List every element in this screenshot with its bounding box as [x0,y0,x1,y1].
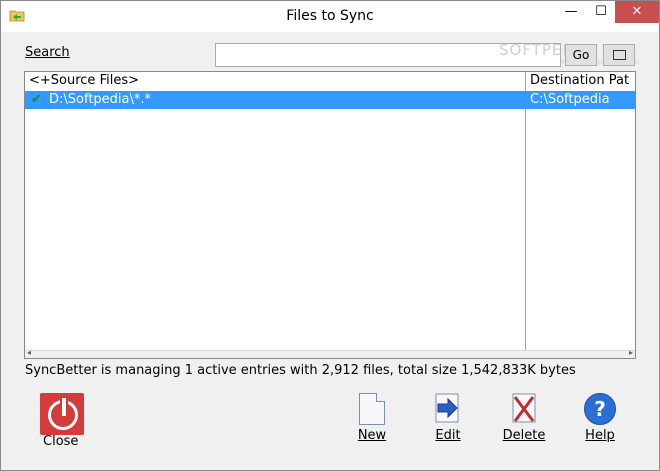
dialog-window: Files to Sync — ☐ ✕ Search SOFTPEDIA www… [0,0,660,471]
help-button[interactable]: ? Help [583,393,617,443]
new-document-icon [359,393,385,425]
delete-label: Delete [501,428,547,443]
search-label: Search [25,45,70,60]
delete-button[interactable]: Delete [501,393,547,443]
new-label-text: New [357,428,387,443]
window-icon [613,50,626,60]
help-label-text: Help [585,428,615,443]
new-button[interactable]: New [355,393,389,443]
go-button[interactable]: Go [565,44,597,66]
delete-label-text: Delete [502,428,546,443]
list-item[interactable]: ✔ D:\Softpedia\*.* C:\Softpedia [25,91,635,109]
scroll-left-icon[interactable]: ◂ [27,348,31,357]
power-bar [60,398,68,416]
check-icon[interactable]: ✔ [31,92,42,107]
window-toggle-button[interactable] [603,44,635,66]
column-header-destination[interactable]: Destination Pat [530,72,633,90]
window-close-button[interactable]: ✕ [615,1,659,23]
new-label: New [355,428,389,443]
status-text: SyncBetter is managing 1 active entries … [25,363,576,378]
row-source: D:\Softpedia\*.* [49,92,152,107]
help-icon: ? [584,393,616,425]
close-button[interactable]: Close [39,393,85,449]
delete-document-icon [512,393,536,423]
horizontal-scrollbar[interactable]: ◂ ▸ [25,348,635,358]
column-divider[interactable] [525,72,526,358]
scroll-right-icon[interactable]: ▸ [629,348,633,357]
row-destination: C:\Softpedia [530,92,610,107]
search-label-text: Search [25,45,70,60]
minimize-button[interactable]: — [557,1,585,23]
edit-button[interactable]: Edit [431,393,465,443]
help-label: Help [583,428,617,443]
title-bar[interactable]: Files to Sync — ☐ ✕ [1,1,659,32]
files-list[interactable]: <+Source Files> Destination Pat ✔ D:\Sof… [24,71,636,359]
edit-label: Edit [431,428,465,443]
maximize-button[interactable]: ☐ [587,1,615,23]
edit-label-text: Edit [435,428,461,443]
power-icon [40,393,84,435]
edit-document-icon [435,393,459,423]
close-label: Close [43,434,79,449]
column-header-source[interactable]: <+Source Files> [29,72,529,90]
